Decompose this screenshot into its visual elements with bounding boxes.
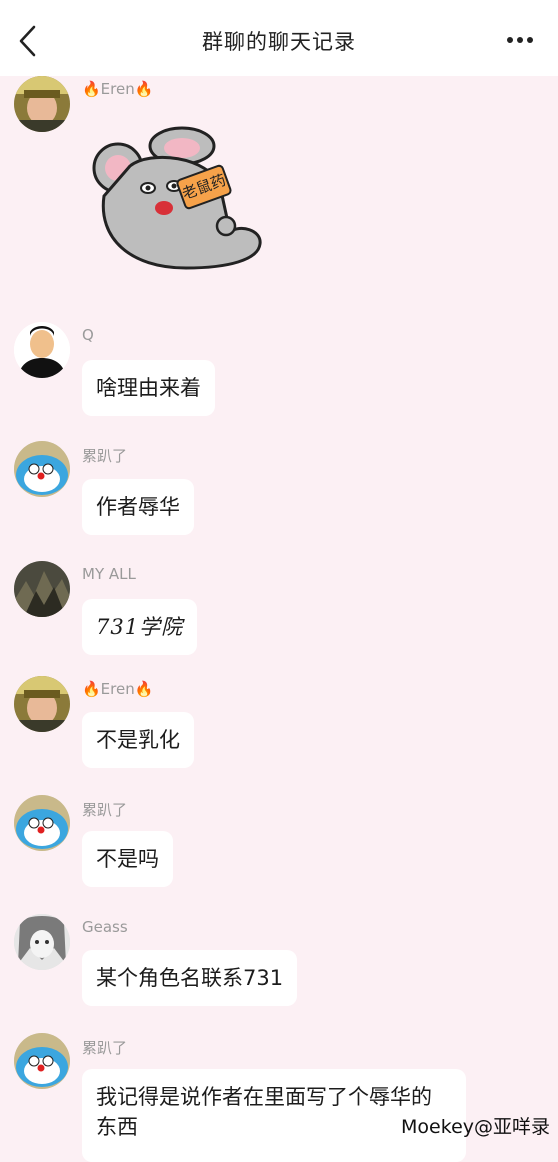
avatar[interactable] <box>14 795 70 851</box>
avatar[interactable] <box>14 441 70 497</box>
mouse-sticker-image[interactable]: 老鼠药 <box>90 126 266 274</box>
message-bubble[interactable]: 731学院 <box>82 599 198 655</box>
sender-name: 累趴了 <box>82 801 128 819</box>
more-horizontal-icon[interactable] <box>506 36 534 44</box>
message-bubble[interactable]: 不是吗 <box>82 831 173 887</box>
watermark: Moekey@亚咩录 <box>401 1116 550 1138</box>
avatar[interactable] <box>14 676 70 732</box>
avatar[interactable] <box>14 914 70 970</box>
avatar[interactable] <box>14 322 70 378</box>
sender-name: 累趴了 <box>82 1039 128 1057</box>
sender-name: 🔥Eren🔥 <box>82 680 154 698</box>
avatar[interactable] <box>14 561 70 617</box>
sender-name: MY ALL <box>82 565 136 583</box>
sender-name: 🔥Eren🔥 <box>82 80 154 98</box>
avatar[interactable] <box>14 1033 70 1089</box>
page-title: 群聊的聊天记录 <box>202 30 356 54</box>
top-bar: 群聊的聊天记录 <box>0 0 558 76</box>
message-bubble[interactable]: 某个角色名联系731 <box>82 950 298 1006</box>
message-bubble[interactable]: 作者辱华 <box>82 479 194 535</box>
message-bubble[interactable]: 不是乳化 <box>82 712 194 768</box>
message-bubble[interactable]: 啥理由来着 <box>82 360 215 416</box>
sender-name: Q <box>82 326 94 344</box>
avatar[interactable] <box>14 76 70 132</box>
sender-name: 累趴了 <box>82 447 128 465</box>
sender-name: Geass <box>82 918 128 936</box>
